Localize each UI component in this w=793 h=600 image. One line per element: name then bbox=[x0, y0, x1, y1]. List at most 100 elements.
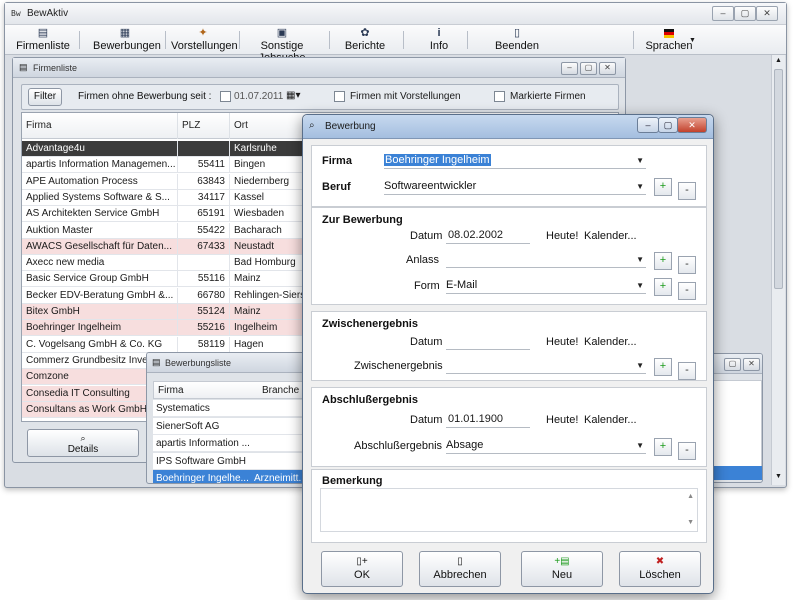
cell-firma: apartis Information Managemen... bbox=[22, 157, 178, 174]
divider bbox=[633, 31, 634, 49]
maximize-button[interactable]: ▢ bbox=[734, 6, 756, 21]
filter-button[interactable]: Filter bbox=[28, 88, 62, 106]
zwischenergebnis-combobox[interactable]: ▼ bbox=[446, 358, 646, 374]
door-enter-icon: ▯+ bbox=[356, 556, 368, 567]
add-anlass-button[interactable]: + bbox=[654, 252, 672, 270]
ab-datum-input[interactable]: 01.01.1900 bbox=[446, 412, 530, 428]
list-item[interactable]: IPS Software GmbH bbox=[153, 452, 303, 470]
bewerbungsliste-title: Bewerbungsliste bbox=[165, 358, 232, 368]
ok-button[interactable]: ▯+ OK bbox=[321, 551, 403, 587]
date-filter-value[interactable]: 01.07.2011 bbox=[234, 91, 283, 102]
scrollbar-thumb[interactable] bbox=[774, 69, 783, 289]
ab-heute-link[interactable]: Heute! bbox=[546, 414, 578, 426]
neu-label: Neu bbox=[551, 569, 573, 581]
selected-row[interactable] bbox=[712, 466, 762, 480]
cell-plz: 55422 bbox=[178, 222, 230, 239]
remove-anlass-button[interactable]: - bbox=[678, 256, 696, 274]
ab-kalender-link[interactable]: Kalender... bbox=[584, 414, 637, 426]
datum-input[interactable]: 08.02.2002 bbox=[446, 228, 530, 244]
close-button[interactable]: ✕ bbox=[599, 62, 616, 75]
add-abschlussergebnis-button[interactable]: + bbox=[654, 438, 672, 456]
folder-icon: ▦ bbox=[119, 27, 131, 39]
info-icon: i bbox=[437, 27, 441, 39]
firmenliste-title: Firmenliste bbox=[33, 63, 78, 73]
remove-abschlussergebnis-button[interactable]: - bbox=[678, 442, 696, 460]
chevron-down-icon: ▼ bbox=[636, 255, 644, 264]
firma-combobox[interactable]: Boehringer Ingelheim ▼ bbox=[384, 153, 646, 169]
cell-plz: 55124 bbox=[178, 304, 230, 320]
zw-datum-input[interactable] bbox=[446, 334, 530, 350]
abbrechen-button[interactable]: ▯ Abbrechen bbox=[419, 551, 501, 587]
form-combobox[interactable]: E-Mail ▼ bbox=[446, 278, 646, 294]
remove-beruf-button[interactable]: - bbox=[678, 182, 696, 200]
abschlussergebnis-combobox[interactable]: Absage ▼ bbox=[446, 438, 646, 454]
anlass-combobox[interactable]: ▼ bbox=[446, 252, 646, 268]
column-header-firma[interactable]: Firma bbox=[22, 113, 178, 139]
calendar-dropdown-icon[interactable]: ▦▾ bbox=[286, 90, 300, 101]
zw-datum-label: Datum bbox=[410, 336, 443, 348]
cell-plz bbox=[178, 141, 230, 157]
chevron-down-icon[interactable]: ▼ bbox=[689, 37, 696, 44]
chevron-down-icon: ▼ bbox=[636, 441, 644, 450]
list-item[interactable]: Systematics bbox=[153, 400, 303, 417]
close-button[interactable]: ✕ bbox=[756, 6, 778, 21]
ab-datum-label: Datum bbox=[410, 414, 443, 426]
list-item[interactable]: SienerSoft AG bbox=[153, 417, 303, 435]
zw-kalender-link[interactable]: Kalender... bbox=[584, 336, 637, 348]
date-filter-checkbox[interactable] bbox=[220, 91, 231, 102]
firmenliste-titlebar: ▤ Firmenliste – ▢ ✕ bbox=[13, 58, 625, 78]
scroll-up-icon[interactable]: ▲ bbox=[775, 57, 782, 64]
details-button[interactable]: ⌕ Details bbox=[27, 429, 139, 457]
neu-button[interactable]: +▤ Neu bbox=[521, 551, 603, 587]
bewerbungsliste-window: ▤ Bewerbungsliste Firma Branche Systemat… bbox=[146, 352, 306, 484]
remove-zwischenergebnis-button[interactable]: - bbox=[678, 362, 696, 380]
toolbar-sprachen[interactable]: Sprachen bbox=[643, 25, 695, 55]
divider bbox=[403, 31, 404, 49]
bemerkung-group: Bemerkung ▲ ▼ bbox=[311, 469, 707, 543]
scroll-down-icon[interactable]: ▼ bbox=[775, 473, 782, 480]
cell-firma: Auktion Master bbox=[22, 222, 178, 239]
cell-firma: APE Automation Process bbox=[22, 173, 178, 190]
toolbar-bewerbungen[interactable]: ▦ Bewerbungen bbox=[93, 25, 161, 55]
list-item[interactable]: Boehringer Ingelhe... Arzneimitt... bbox=[153, 470, 303, 484]
close-button[interactable]: ✕ bbox=[743, 358, 760, 371]
markierte-firmen-checkbox[interactable] bbox=[494, 91, 505, 102]
toolbar-beenden[interactable]: ▯ Beenden bbox=[493, 25, 541, 55]
beruf-value: Softwareentwickler bbox=[384, 180, 477, 192]
abschlussergebnis-group: Abschlußergebnis Datum 01.01.1900 Heute!… bbox=[311, 387, 707, 467]
column-header-branche[interactable]: Branche bbox=[262, 385, 299, 396]
toolbar-berichte[interactable]: ✿ Berichte bbox=[339, 25, 391, 55]
add-form-button[interactable]: + bbox=[654, 278, 672, 296]
add-zwischenergebnis-button[interactable]: + bbox=[654, 358, 672, 376]
maximize-button[interactable]: ▢ bbox=[658, 117, 678, 133]
minimize-button[interactable]: – bbox=[712, 6, 734, 21]
remove-form-button[interactable]: - bbox=[678, 282, 696, 300]
maximize-button[interactable]: ▢ bbox=[580, 62, 597, 75]
chevron-down-icon: ▼ bbox=[636, 281, 644, 290]
mit-vorstellungen-checkbox[interactable] bbox=[334, 91, 345, 102]
column-header-firma[interactable]: Firma bbox=[158, 385, 184, 396]
toolbar-vorstellungen[interactable]: ✦ Vorstellungen bbox=[171, 25, 238, 55]
list-icon: ▤ bbox=[152, 357, 161, 367]
column-header-plz[interactable]: PLZ bbox=[178, 113, 230, 139]
toolbar-sonstige-jobsuche[interactable]: ▣ Sonstige Jobsuche bbox=[241, 25, 323, 64]
add-beruf-button[interactable]: + bbox=[654, 178, 672, 196]
vertical-scrollbar[interactable]: ▲ ▼ bbox=[771, 55, 785, 485]
cell-branche: Arzneimitt... bbox=[254, 473, 303, 484]
heute-link[interactable]: Heute! bbox=[546, 230, 578, 242]
zw-heute-link[interactable]: Heute! bbox=[546, 336, 578, 348]
scroll-down-icon[interactable]: ▼ bbox=[687, 519, 694, 526]
minimize-button[interactable]: – bbox=[561, 62, 578, 75]
maximize-button[interactable]: ▢ bbox=[724, 358, 741, 371]
beruf-combobox[interactable]: Softwareentwickler ▼ bbox=[384, 179, 646, 195]
close-button[interactable]: ✕ bbox=[677, 117, 707, 133]
toolbar-info[interactable]: i Info bbox=[423, 25, 455, 55]
kalender-link[interactable]: Kalender... bbox=[584, 230, 637, 242]
bemerkung-textarea[interactable]: ▲ ▼ bbox=[320, 488, 698, 532]
scroll-up-icon[interactable]: ▲ bbox=[687, 493, 694, 500]
toolbar-firmenliste[interactable]: ▤ Firmenliste bbox=[13, 25, 73, 55]
list-item[interactable]: apartis Information ... bbox=[153, 435, 303, 452]
loeschen-button[interactable]: ✖ Löschen bbox=[619, 551, 701, 587]
door-exit-icon: ▯ bbox=[457, 556, 463, 567]
minimize-button[interactable]: – bbox=[637, 117, 659, 133]
